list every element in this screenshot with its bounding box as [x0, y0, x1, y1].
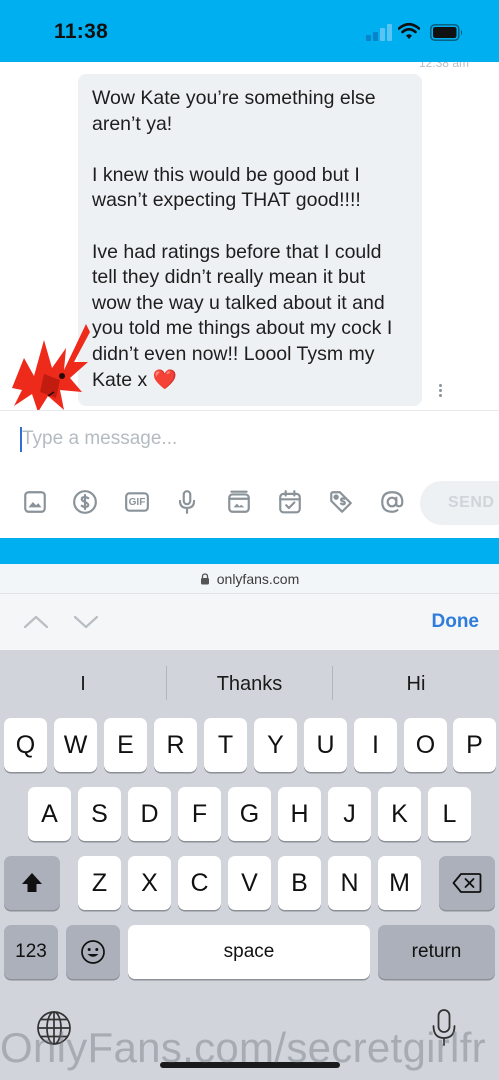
message-timestamp: 12:38 am — [418, 62, 469, 70]
at-icon[interactable] — [377, 487, 407, 517]
shift-icon — [22, 873, 42, 892]
message-paragraph-3-text: Ive had ratings before that I could tell… — [92, 240, 393, 391]
gif-label: GIF — [128, 496, 146, 508]
page-footer-strip — [0, 538, 499, 564]
key-o[interactable]: O — [404, 718, 447, 772]
key-d[interactable]: D — [128, 787, 171, 841]
key-t[interactable]: T — [204, 718, 247, 772]
numbers-key[interactable]: 123 — [4, 925, 58, 979]
status-bar: 11:38 — [0, 0, 499, 62]
key-r[interactable]: R — [154, 718, 197, 772]
shift-key[interactable] — [4, 856, 60, 910]
key-v[interactable]: V — [228, 856, 271, 910]
next-field-icon[interactable] — [70, 606, 102, 638]
key-e[interactable]: E — [104, 718, 147, 772]
gif-icon[interactable]: GIF — [122, 487, 152, 517]
key-u[interactable]: U — [304, 718, 347, 772]
composer-toolbar: GIF SEND — [0, 481, 499, 525]
watermark: OnlyFans.com/secretgirlfr — [0, 1024, 486, 1071]
key-y[interactable]: Y — [254, 718, 297, 772]
key-g[interactable]: G — [228, 787, 271, 841]
key-q[interactable]: Q — [4, 718, 47, 772]
browser-url-bar[interactable]: onlyfans.com — [0, 564, 499, 594]
battery-icon — [430, 24, 463, 41]
calendar-icon[interactable] — [275, 487, 305, 517]
microphone-icon[interactable] — [172, 487, 202, 517]
heart-emoji: ❤️ — [152, 368, 177, 391]
media-vault-icon[interactable] — [224, 487, 254, 517]
cellular-signal-icon — [366, 24, 392, 41]
key-b[interactable]: B — [278, 856, 321, 910]
ios-keyboard: I Thanks Hi Q W E R T Y U I O P A S D F … — [0, 650, 499, 1080]
key-p[interactable]: P — [453, 718, 496, 772]
form-accessory-bar: Done — [0, 594, 499, 650]
status-time: 11:38 — [54, 20, 109, 43]
key-z[interactable]: Z — [78, 856, 121, 910]
space-key[interactable]: space — [128, 925, 370, 979]
previous-field-icon[interactable] — [20, 606, 52, 638]
suggestion-2[interactable]: Thanks — [167, 650, 332, 718]
key-c[interactable]: C — [178, 856, 221, 910]
url-text: onlyfans.com — [216, 570, 300, 587]
message-paragraph-3: Ive had ratings before that I could tell… — [92, 240, 408, 394]
lock-icon — [200, 572, 209, 584]
send-button[interactable]: SEND — [420, 481, 499, 525]
delete-key[interactable] — [439, 856, 495, 910]
key-x[interactable]: X — [128, 856, 171, 910]
wifi-icon — [398, 22, 420, 39]
key-a[interactable]: A — [28, 787, 71, 841]
key-h[interactable]: H — [278, 787, 321, 841]
message-paragraph-1: Wow Kate you’re something else aren’t ya… — [92, 87, 376, 135]
key-s[interactable]: S — [78, 787, 121, 841]
suggestion-3[interactable]: Hi — [333, 650, 499, 718]
key-j[interactable]: J — [328, 787, 371, 841]
message-options-icon[interactable] — [436, 384, 444, 402]
suggestion-1[interactable]: I — [0, 650, 166, 718]
predictive-text-bar: I Thanks Hi — [0, 650, 499, 718]
image-icon[interactable] — [20, 487, 50, 517]
red-scribble-sticker — [12, 324, 90, 412]
text-caret — [20, 427, 22, 452]
emoji-icon — [81, 940, 105, 964]
done-button[interactable]: Done — [432, 611, 480, 633]
key-f[interactable]: F — [178, 787, 221, 841]
key-m[interactable]: M — [378, 856, 421, 910]
key-w[interactable]: W — [54, 718, 97, 772]
message-composer: GIF SEND — [0, 410, 499, 538]
tag-icon[interactable] — [326, 487, 356, 517]
key-k[interactable]: K — [378, 787, 421, 841]
key-n[interactable]: N — [328, 856, 371, 910]
message-paragraph-2: I knew this would be good but I wasn’t e… — [92, 163, 361, 212]
emoji-key[interactable] — [66, 925, 120, 979]
message-bubble[interactable]: Wow Kate you’re something else aren’t ya… — [78, 74, 422, 406]
return-key[interactable]: return — [378, 925, 495, 979]
key-i[interactable]: I — [354, 718, 397, 772]
backspace-icon — [452, 873, 482, 893]
message-input[interactable] — [20, 425, 480, 453]
key-l[interactable]: L — [428, 787, 471, 841]
dollar-icon[interactable] — [70, 487, 100, 517]
